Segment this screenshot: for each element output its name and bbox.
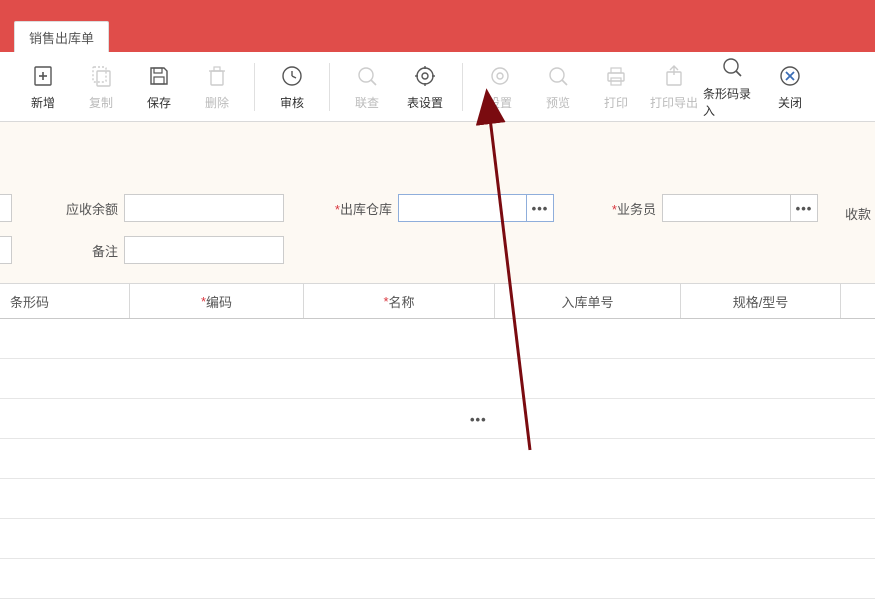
delete-button[interactable]: 删除 [188, 59, 246, 115]
link-button[interactable]: 联查 [338, 59, 396, 115]
search-icon [354, 63, 380, 89]
table-row[interactable]: ••• [0, 399, 875, 439]
data-table: 条形码 *编码 *名称 入库单号 规格/型号 ••• [0, 283, 875, 599]
header-bar: 销售出库单 [0, 0, 875, 52]
col-inbound-no[interactable]: 入库单号 [495, 284, 681, 318]
preview-button[interactable]: 预览 [529, 59, 587, 115]
print-button[interactable]: 打印 [587, 59, 645, 115]
audit-button[interactable]: 审核 [263, 59, 321, 115]
barcode-search-icon [719, 54, 745, 80]
cell-picker-dots[interactable]: ••• [470, 399, 487, 439]
leading-cut-input-2[interactable] [0, 236, 12, 264]
out-warehouse-label: *出库仓库 [326, 199, 392, 218]
copy-button[interactable]: 复制 [72, 59, 130, 115]
table-settings-button[interactable]: 表设置 [396, 59, 454, 115]
trash-icon [204, 63, 230, 89]
close-button[interactable]: 关闭 [761, 59, 819, 115]
form-area: 应收余额 *出库仓库 ••• *业务员 ••• 备注 [0, 122, 875, 264]
salesperson-picker[interactable]: ••• [790, 194, 818, 222]
save-button[interactable]: 保存 [130, 59, 188, 115]
col-trailing [841, 284, 875, 318]
new-button[interactable]: 新增 [14, 59, 72, 115]
table-row[interactable] [0, 359, 875, 399]
table-row[interactable] [0, 559, 875, 599]
col-name[interactable]: *名称 [304, 284, 495, 318]
receivable-balance-label: 应收余额 [58, 199, 118, 218]
salesperson-input[interactable] [662, 194, 790, 222]
new-icon [30, 63, 56, 89]
table-header: 条形码 *编码 *名称 入库单号 规格/型号 [0, 283, 875, 319]
barcode-entry-button[interactable]: 条形码录入 [703, 50, 761, 123]
remark-label: 备注 [58, 241, 118, 260]
leading-cut-input[interactable] [0, 194, 12, 222]
table-row[interactable] [0, 319, 875, 359]
table-row[interactable] [0, 519, 875, 559]
copy-icon [88, 63, 114, 89]
printer-icon [603, 63, 629, 89]
remark-input[interactable] [124, 236, 284, 264]
table-row[interactable] [0, 479, 875, 519]
close-icon [777, 63, 803, 89]
receivable-balance-input[interactable] [124, 194, 284, 222]
save-icon [146, 63, 172, 89]
salesperson-label: *业务员 [602, 199, 656, 218]
table-body: ••• [0, 319, 875, 599]
clock-icon [279, 63, 305, 89]
settings-button[interactable]: 设置 [471, 59, 529, 115]
out-warehouse-picker[interactable]: ••• [526, 194, 554, 222]
tab-sales-outbound[interactable]: 销售出库单 [14, 21, 109, 52]
preview-icon [545, 63, 571, 89]
col-barcode[interactable]: 条形码 [0, 284, 130, 318]
print-export-button[interactable]: 打印导出 [645, 59, 703, 115]
toolbar: 新增 复制 保存 删除 审核 [0, 52, 875, 122]
col-code[interactable]: *编码 [130, 284, 304, 318]
out-warehouse-input[interactable] [398, 194, 526, 222]
receipt-cut-label: 收款 [845, 204, 871, 223]
col-spec[interactable]: 规格/型号 [681, 284, 841, 318]
tab-label: 销售出库单 [29, 31, 94, 46]
export-icon [661, 63, 687, 89]
gear-outline-icon [487, 63, 513, 89]
gear-icon [412, 63, 438, 89]
table-row[interactable] [0, 439, 875, 479]
